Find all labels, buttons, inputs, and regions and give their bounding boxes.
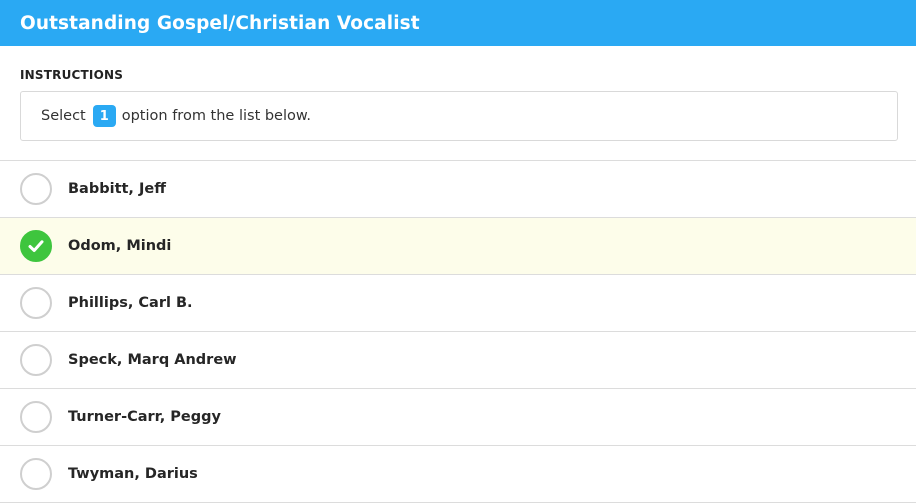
page-title: Outstanding Gospel/Christian Vocalist	[20, 12, 420, 34]
option-item[interactable]: Speck, Marq Andrew	[0, 332, 916, 389]
radio-button[interactable]	[20, 458, 52, 490]
radio-button[interactable]	[20, 344, 52, 376]
option-item[interactable]: Turner-Carr, Peggy	[0, 389, 916, 446]
option-item[interactable]: Twyman, Darius	[0, 446, 916, 503]
option-label: Phillips, Carl B.	[68, 295, 193, 311]
option-label: Babbitt, Jeff	[68, 181, 166, 197]
instructions-label: INSTRUCTIONS	[20, 68, 124, 82]
radio-button[interactable]	[20, 230, 52, 262]
option-label: Speck, Marq Andrew	[68, 352, 237, 368]
radio-button[interactable]	[20, 287, 52, 319]
instructions-text-after: option from the list below.	[121, 108, 312, 124]
radio-button[interactable]	[20, 173, 52, 205]
instructions-section: INSTRUCTIONS Select 1 option from the li…	[0, 46, 916, 141]
options-list: Babbitt, Jeff Odom, Mindi Phillips, Carl…	[0, 160, 916, 503]
page-header: Outstanding Gospel/Christian Vocalist	[0, 0, 916, 46]
check-icon	[28, 240, 44, 252]
option-label: Odom, Mindi	[68, 238, 172, 254]
option-item[interactable]: Phillips, Carl B.	[0, 275, 916, 332]
radio-button[interactable]	[20, 401, 52, 433]
instructions-box: Select 1 option from the list below.	[20, 91, 898, 141]
option-item[interactable]: Babbitt, Jeff	[0, 161, 916, 218]
option-label: Turner-Carr, Peggy	[68, 409, 221, 425]
selection-count-badge: 1	[92, 105, 116, 127]
option-item[interactable]: Odom, Mindi	[0, 218, 916, 275]
instructions-text-before: Select	[41, 108, 86, 124]
option-label: Twyman, Darius	[68, 466, 198, 482]
